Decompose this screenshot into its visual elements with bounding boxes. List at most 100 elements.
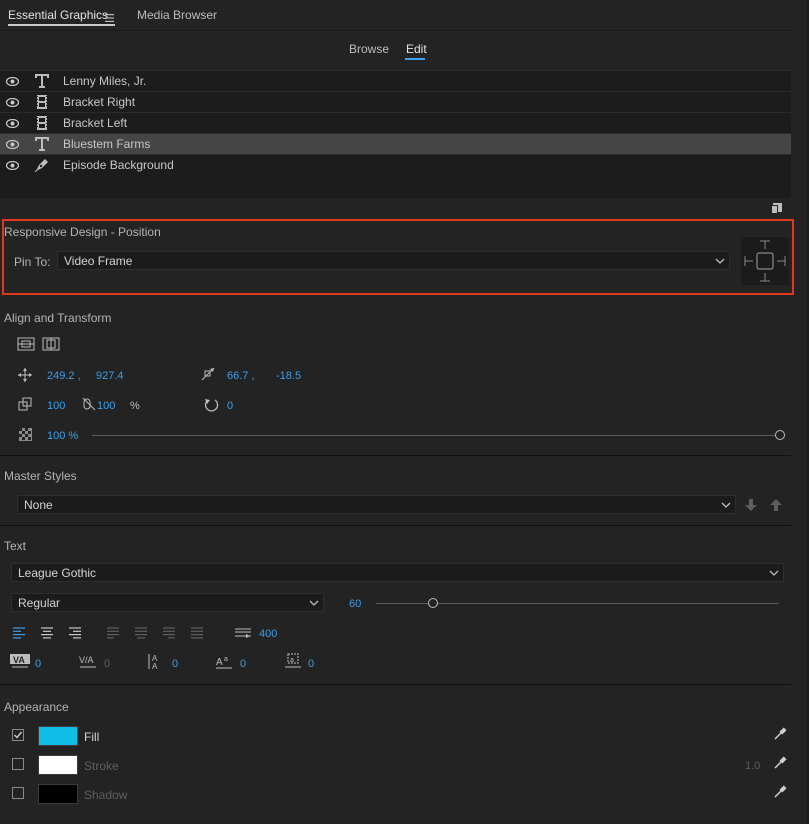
opacity-value[interactable]: 100 % — [47, 430, 78, 442]
font-size-value[interactable]: 60 — [349, 598, 361, 610]
justify-last-right-icon[interactable] — [162, 626, 176, 640]
rotation-value[interactable]: 0 — [227, 400, 233, 412]
font-size-slider-knob[interactable] — [428, 598, 439, 608]
anchor-x-value[interactable]: 66.7 , — [227, 370, 255, 382]
chevron-down-icon — [309, 597, 319, 607]
push-down-style-icon[interactable] — [745, 498, 757, 512]
align-center-icon[interactable] — [40, 626, 54, 640]
justify-all-icon[interactable] — [190, 626, 204, 640]
scale-icon — [18, 397, 32, 411]
text-layer-icon — [34, 73, 50, 89]
new-layer-icon[interactable] — [771, 203, 782, 214]
tab-media-browser[interactable]: Media Browser — [137, 8, 217, 22]
subtab-edit-underline — [405, 58, 425, 60]
opacity-slider-track[interactable] — [92, 435, 776, 436]
tsume-value[interactable]: 0 — [308, 658, 314, 670]
leading-value[interactable]: 0 — [172, 658, 178, 670]
eye-icon[interactable] — [5, 138, 20, 150]
chevron-down-icon — [715, 255, 725, 265]
layer-row[interactable]: Bracket Left — [0, 112, 791, 133]
fill-checkbox[interactable] — [12, 729, 24, 741]
fill-color-swatch[interactable] — [38, 726, 78, 746]
stroke-color-swatch[interactable] — [38, 755, 78, 775]
tracking-value[interactable]: 0 — [104, 658, 110, 670]
panel-menu-icon[interactable] — [105, 11, 114, 22]
layer-row[interactable]: Bracket Right — [0, 91, 791, 112]
layer-row[interactable]: Bluestem Farms — [0, 133, 791, 154]
pen-shape-layer-icon — [34, 157, 50, 173]
subtab-browse[interactable]: Browse — [349, 42, 389, 56]
subtab-edit[interactable]: Edit — [406, 42, 427, 56]
pin-edges-widget[interactable] — [741, 237, 789, 285]
responsive-design-title: Responsive Design - Position — [4, 225, 161, 239]
eye-icon[interactable] — [5, 159, 20, 171]
eye-icon[interactable] — [5, 75, 20, 87]
scale-width-value[interactable]: 100 — [47, 400, 65, 412]
layer-name: Bracket Left — [63, 116, 128, 130]
tab-width-icon — [234, 626, 252, 640]
master-styles-value: None — [24, 498, 53, 512]
clip-layer-icon — [34, 94, 50, 110]
clip-layer-icon — [34, 115, 50, 131]
eyedropper-icon[interactable] — [773, 727, 787, 741]
position-y-value[interactable]: 927.4 — [96, 370, 124, 382]
justify-last-center-icon[interactable] — [134, 626, 148, 640]
layer-name: Lenny Miles, Jr. — [63, 74, 147, 88]
tsume-icon: a — [284, 653, 302, 670]
align-right-icon[interactable] — [68, 626, 82, 640]
baseline-shift-value[interactable]: 0 — [240, 658, 246, 670]
layers-list: Lenny Miles, Jr. Bracket Right Bracket Lef… — [0, 70, 791, 198]
header-divider — [0, 30, 791, 31]
svg-text:V/A: V/A — [79, 655, 94, 665]
fill-label: Fill — [84, 730, 100, 744]
svg-text:A: A — [152, 662, 158, 670]
align-horizontal-center-icon[interactable] — [42, 337, 60, 351]
anchor-y-value[interactable]: -18.5 — [276, 370, 301, 382]
tracking-icon: V/A — [78, 654, 98, 670]
align-vertical-center-icon[interactable] — [17, 337, 35, 351]
font-family-value: League Gothic — [18, 566, 97, 580]
stroke-width-value[interactable]: 1.0 — [745, 760, 760, 772]
align-left-icon[interactable] — [12, 626, 26, 640]
master-styles-dropdown[interactable]: None — [17, 495, 736, 514]
font-style-dropdown[interactable]: Regular — [11, 593, 324, 612]
eye-icon[interactable] — [5, 117, 20, 129]
layer-name: Bracket Right — [63, 95, 136, 109]
shadow-checkbox[interactable] — [12, 787, 24, 799]
push-up-style-icon[interactable] — [770, 498, 782, 512]
layer-name: Episode Background — [63, 158, 174, 172]
pin-to-dropdown[interactable]: Video Frame — [57, 251, 730, 270]
font-family-dropdown[interactable]: League Gothic — [11, 563, 784, 582]
tab-essential-graphics[interactable]: Essential Graphics — [8, 8, 108, 22]
appearance-title: Appearance — [4, 700, 69, 714]
eyedropper-icon[interactable] — [773, 756, 787, 770]
anchor-point-icon — [201, 367, 215, 381]
opacity-slider-knob[interactable] — [775, 430, 785, 440]
font-style-value: Regular — [18, 596, 61, 610]
chevron-down-icon — [769, 567, 779, 577]
unlink-scale-icon[interactable] — [82, 397, 96, 411]
align-transform-title: Align and Transform — [4, 311, 112, 325]
master-styles-title: Master Styles — [4, 469, 77, 483]
tab-media-browser-label: Media Browser — [137, 8, 218, 22]
position-x-value[interactable]: 249.2 , — [47, 370, 81, 382]
scale-height-value[interactable]: 100 — [97, 400, 115, 412]
svg-text:a: a — [290, 657, 294, 664]
stroke-label: Stroke — [84, 759, 119, 773]
layer-row[interactable]: Lenny Miles, Jr. — [0, 70, 791, 91]
section-divider — [0, 455, 791, 456]
layer-row[interactable]: Episode Background — [0, 154, 791, 175]
svg-text:VA: VA — [13, 655, 25, 665]
opacity-icon — [19, 428, 32, 441]
svg-text:A: A — [216, 657, 223, 668]
eye-icon[interactable] — [5, 96, 20, 108]
justify-last-left-icon[interactable] — [106, 626, 120, 640]
kerning-value[interactable]: 0 — [35, 658, 41, 670]
eyedropper-icon[interactable] — [773, 785, 787, 799]
pin-to-label: Pin To: — [14, 255, 51, 269]
stroke-checkbox[interactable] — [12, 758, 24, 770]
tab-width-value[interactable]: 400 — [259, 628, 277, 640]
shadow-color-swatch[interactable] — [38, 784, 78, 804]
pin-to-value: Video Frame — [64, 254, 133, 268]
position-icon — [18, 368, 32, 382]
